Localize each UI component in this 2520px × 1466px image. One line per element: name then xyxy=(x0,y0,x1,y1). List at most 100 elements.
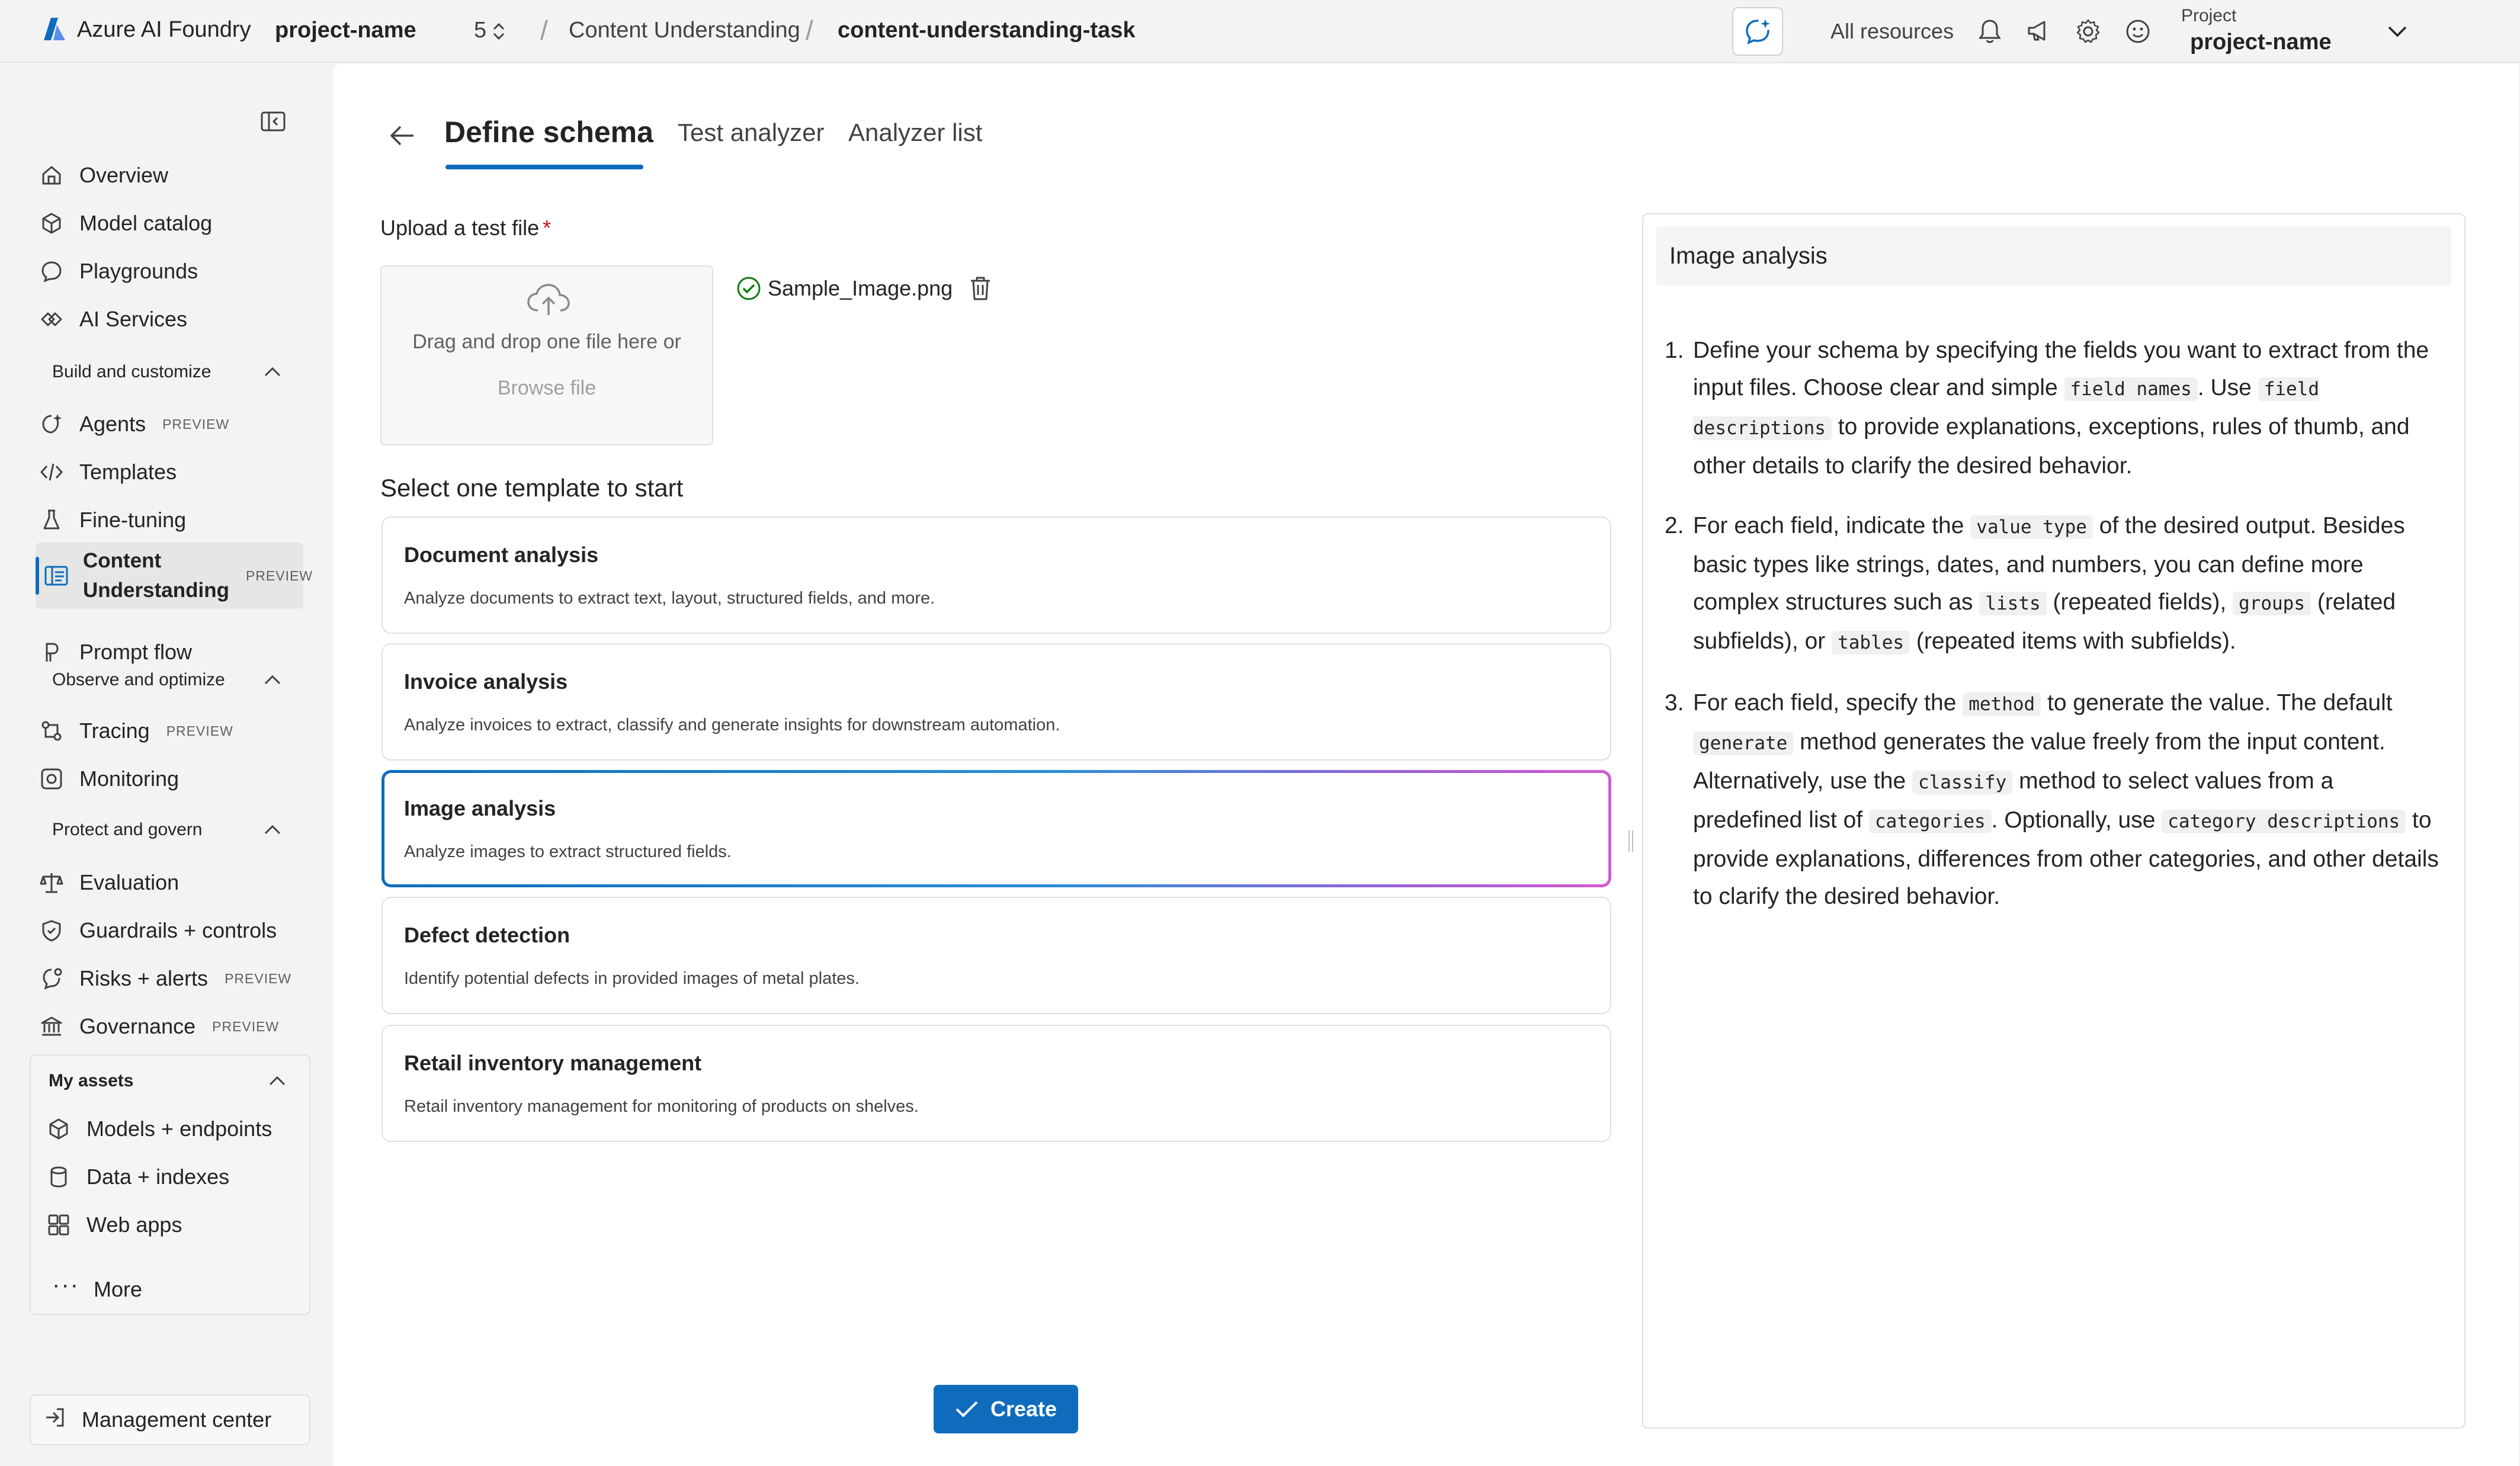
sidebar-item-label: Fine-tuning xyxy=(79,508,187,532)
tab-test-analyzer[interactable]: Test analyzer xyxy=(678,118,824,147)
chevron-down-icon[interactable] xyxy=(2381,15,2413,47)
sidebar-more[interactable]: ··· More xyxy=(52,1272,142,1302)
sidebar-item-monitoring[interactable]: Monitoring xyxy=(38,755,179,803)
panel-resize-handle[interactable] xyxy=(1627,829,1635,853)
step-number: 1. xyxy=(1665,338,1684,363)
template-card-retail-inventory[interactable]: Retail inventory management Retail inven… xyxy=(381,1025,1611,1142)
browse-file-link[interactable]: Browse file xyxy=(381,377,712,400)
back-arrow-icon[interactable] xyxy=(385,118,419,153)
tab-define-schema[interactable]: Define schema xyxy=(444,115,653,149)
instruction-step: 2. For each field, indicate the value ty… xyxy=(1665,507,2445,662)
sidebar-item-ai-services[interactable]: AI Services xyxy=(38,296,187,343)
card-description: Identify potential defects in provided i… xyxy=(404,969,860,988)
code-term: method xyxy=(1963,692,2041,716)
cube-icon xyxy=(38,210,65,237)
chevron-up-icon[interactable] xyxy=(261,818,284,842)
sidebar-item-fine-tuning[interactable]: Fine-tuning xyxy=(38,496,186,544)
sidebar-item-governance[interactable]: Governance PREVIEW xyxy=(38,1003,279,1050)
file-dropzone[interactable]: Drag and drop one file here or Browse fi… xyxy=(380,265,713,445)
management-center-label: Management center xyxy=(82,1407,272,1432)
azure-ai-foundry-logo xyxy=(44,18,65,40)
sidebar-item-models-endpoints[interactable]: Models + endpoints xyxy=(45,1105,272,1153)
code-icon xyxy=(38,458,65,486)
instruction-step: 1. Define your schema by specifying the … xyxy=(1665,332,2445,485)
smiley-feedback-icon[interactable] xyxy=(2122,15,2154,47)
chevron-up-icon[interactable] xyxy=(261,360,284,384)
management-center-button[interactable]: Management center xyxy=(30,1394,310,1445)
card-description: Analyze documents to extract text, layou… xyxy=(404,589,935,608)
section-observe-optimize[interactable]: Observe and optimize xyxy=(52,670,225,690)
sidebar-item-label: Evaluation xyxy=(79,870,179,894)
sidebar-item-evaluation[interactable]: Evaluation xyxy=(38,859,179,906)
sidebar: Overview Model catalog Playgrounds AI Se… xyxy=(0,64,332,1466)
code-term: value type xyxy=(1970,515,2093,539)
breadcrumb-service[interactable]: Content Understanding xyxy=(569,18,800,43)
sidebar-item-label: Models + endpoints xyxy=(86,1117,272,1141)
section-label: My assets xyxy=(49,1071,134,1090)
sidebar-item-tracing[interactable]: Tracing PREVIEW xyxy=(38,707,233,755)
tab-analyzer-list[interactable]: Analyzer list xyxy=(848,118,982,147)
sidebar-item-prompt-flow[interactable]: Prompt flow xyxy=(38,628,192,676)
collapse-sidebar-icon[interactable] xyxy=(257,105,289,137)
check-circle-icon xyxy=(737,277,761,300)
template-card-invoice-analysis[interactable]: Invoice analysis Analyze invoices to ext… xyxy=(381,643,1611,761)
project-suffix: 5 xyxy=(474,18,487,43)
section-protect-govern[interactable]: Protect and govern xyxy=(52,820,203,840)
card-title: Retail inventory management xyxy=(404,1051,702,1075)
ellipsis-icon: ··· xyxy=(52,1271,79,1298)
preview-badge: PREVIEW xyxy=(245,567,313,583)
copilot-chat-icon xyxy=(1746,19,1770,45)
sidebar-item-label: Agents xyxy=(79,412,146,436)
sidebar-item-agents[interactable]: Agents PREVIEW xyxy=(38,400,229,448)
uploaded-file-name: Sample_Image.png xyxy=(768,276,953,300)
project-selector[interactable]: project-name xyxy=(2190,30,2332,55)
section-build-customize[interactable]: Build and customize xyxy=(52,362,211,382)
trash-icon xyxy=(971,277,990,300)
sidebar-item-label: More xyxy=(93,1277,142,1301)
shield-icon xyxy=(38,917,65,944)
section-my-assets[interactable]: My assets xyxy=(49,1071,133,1091)
all-resources-link[interactable]: All resources xyxy=(1830,19,1954,44)
step-text: to generate the value. The default xyxy=(2041,690,2393,716)
label-line: Content xyxy=(83,549,162,572)
project-switch-icon[interactable] xyxy=(487,15,511,47)
sidebar-item-guardrails[interactable]: Guardrails + controls xyxy=(38,907,277,954)
code-term: category descriptions xyxy=(2162,810,2406,833)
preview-badge: PREVIEW xyxy=(212,1018,280,1034)
bell-icon[interactable] xyxy=(1974,15,2006,47)
sidebar-item-label: Playgrounds xyxy=(79,259,198,283)
megaphone-icon[interactable] xyxy=(2024,15,2056,47)
sidebar-item-web-apps[interactable]: Web apps xyxy=(45,1201,182,1249)
sign-in-arrow-icon xyxy=(43,1406,66,1435)
step-text: . Use xyxy=(2197,375,2258,400)
sidebar-item-label: Tracing xyxy=(79,718,150,743)
chevron-up-icon[interactable] xyxy=(261,668,284,692)
sidebar-item-templates[interactable]: Templates xyxy=(38,448,177,496)
sidebar-item-content-understanding[interactable]: Content Understanding PREVIEW xyxy=(36,543,312,609)
section-label: Build and customize xyxy=(52,362,211,381)
template-card-image-analysis-selected[interactable]: Image analysis Analyze images to extract… xyxy=(381,770,1611,887)
step-text: . Optionally, use xyxy=(1991,807,2162,833)
sidebar-item-model-catalog[interactable]: Model catalog xyxy=(38,200,212,247)
top-bar: Azure AI Foundry project-name 5 / Conten… xyxy=(0,0,2520,63)
gear-icon[interactable] xyxy=(2072,15,2104,47)
cube-icon xyxy=(45,1115,72,1143)
card-description: Retail inventory management for monitori… xyxy=(404,1097,919,1116)
breadcrumb-project[interactable]: project-name xyxy=(275,18,416,43)
sidebar-item-label: Templates xyxy=(79,460,177,484)
sidebar-item-data-indexes[interactable]: Data + indexes xyxy=(45,1153,229,1201)
sidebar-item-playgrounds[interactable]: Playgrounds xyxy=(38,248,198,295)
content-understanding-icon xyxy=(44,562,69,589)
card-title: Document analysis xyxy=(404,543,599,567)
sidebar-item-risks-alerts[interactable]: Risks + alerts PREVIEW xyxy=(38,955,291,1002)
chevron-up-icon[interactable] xyxy=(265,1069,289,1093)
brand[interactable]: Azure AI Foundry xyxy=(43,17,251,43)
create-button[interactable]: Create xyxy=(934,1385,1078,1433)
template-card-defect-detection[interactable]: Defect detection Identify potential defe… xyxy=(381,897,1611,1014)
card-title: Defect detection xyxy=(404,923,570,947)
breadcrumb-task[interactable]: content-understanding-task xyxy=(838,18,1135,43)
sidebar-item-overview[interactable]: Overview xyxy=(38,152,168,199)
template-card-document-analysis[interactable]: Document analysis Analyze documents to e… xyxy=(381,517,1611,634)
delete-file-button[interactable] xyxy=(967,275,994,302)
copilot-button[interactable] xyxy=(1732,7,1783,56)
